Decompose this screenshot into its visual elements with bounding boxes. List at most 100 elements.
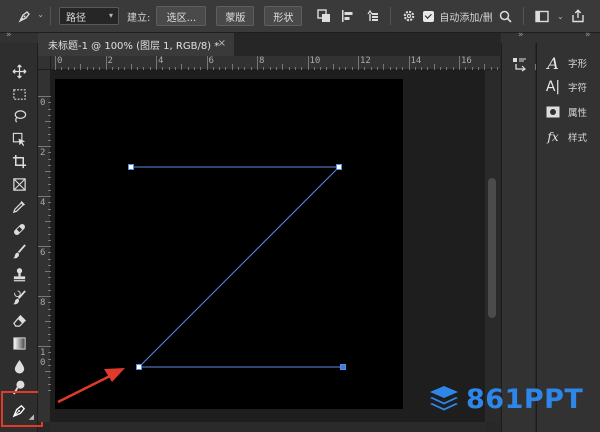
brush-icon: [12, 243, 26, 258]
object-selection-icon: [12, 132, 25, 146]
close-icon[interactable]: ×: [218, 38, 226, 49]
pen-mode-value: 路径: [66, 12, 86, 24]
chevron-down-icon: ⌄: [37, 10, 44, 19]
stamp-icon: [13, 267, 25, 281]
make-mask-button[interactable]: 蒙版: [216, 6, 255, 26]
gradient-tool[interactable]: [9, 333, 29, 353]
site-watermark: 861PPT: [428, 382, 583, 416]
search-icon: [499, 10, 512, 23]
gradient-icon: [12, 336, 26, 350]
ruler-label: 14: [410, 56, 422, 66]
move-icon: [12, 64, 26, 78]
divider: [523, 7, 525, 25]
panel-properties[interactable]: 属性: [537, 101, 600, 123]
ruler-tick: [105, 56, 107, 70]
blur-tool[interactable]: [9, 356, 29, 376]
ruler-tick: [358, 56, 359, 70]
history-brush-icon: [12, 289, 26, 304]
workspace-dropdown[interactable]: ⌄: [552, 6, 568, 26]
toolbar-collapse-strip[interactable]: »: [0, 30, 38, 43]
path-operations-button[interactable]: [314, 6, 334, 26]
ruler-tick: [38, 246, 51, 247]
tools-panel: ◢: [0, 43, 38, 432]
ruler-label: 4: [158, 56, 164, 66]
document-tab[interactable]: 未标题-1 @ 100% (图层 1, RGB/8) * ×: [38, 33, 234, 56]
bandage-icon: [13, 223, 25, 235]
brush-tool[interactable]: [9, 241, 29, 261]
crop-icon: [12, 154, 26, 168]
marquee-tool[interactable]: [9, 84, 29, 104]
horizontal-ruler[interactable]: 024681012141618: [51, 56, 555, 70]
watermark-text: 861PPT: [466, 383, 584, 415]
right-panel-dock: A 字形 A| 字符 属性 fx 样式: [536, 43, 600, 432]
chevron-down-icon: ▾: [108, 11, 113, 20]
ruler-tick: [206, 56, 208, 70]
path-alignment-icon: [342, 10, 353, 22]
eyedropper-tool[interactable]: [9, 196, 29, 216]
ruler-label: 16: [461, 56, 472, 66]
horizontal-scrollbar[interactable]: [51, 422, 485, 432]
document-canvas[interactable]: [55, 79, 403, 409]
panel-character-label: 字符: [568, 83, 588, 94]
path-operations-icon: [317, 9, 331, 22]
ruler-label: 2: [40, 148, 46, 158]
ruler-label: 4: [40, 198, 46, 208]
move-tool[interactable]: [9, 61, 29, 81]
panel-styles[interactable]: fx 样式: [537, 126, 600, 148]
drop-icon: [14, 359, 24, 374]
divider: [50, 7, 51, 25]
history-icon: [513, 58, 526, 72]
history-mini-panel: [501, 43, 535, 432]
ruler-label: 12: [360, 56, 371, 66]
panel-glyphs[interactable]: A 字形: [537, 52, 600, 74]
collapse-arrows-icon: »: [6, 30, 12, 40]
clone-stamp-tool[interactable]: [9, 264, 29, 284]
workspace-icon: [535, 10, 550, 22]
frame-tool[interactable]: [9, 174, 29, 194]
path-alignment-button[interactable]: [338, 6, 358, 26]
share-icon: [572, 9, 585, 23]
path-arrangement-button[interactable]: [362, 6, 382, 26]
panel-styles-label: 样式: [568, 133, 588, 144]
ruler-tick: [459, 56, 460, 70]
ruler-label: 8: [40, 298, 46, 308]
panel-collapse-strip[interactable]: » »: [501, 30, 600, 43]
layers-logo-icon: [430, 386, 458, 411]
share-button[interactable]: [568, 6, 588, 26]
history-panel-button[interactable]: [511, 55, 529, 73]
ruler-origin[interactable]: [38, 56, 51, 70]
pen-mode-select[interactable]: 路径 ▾: [59, 7, 119, 25]
lasso-tool[interactable]: [9, 106, 29, 126]
document-tab-bar: 未标题-1 @ 100% (图层 1, RGB/8) * ×: [38, 33, 500, 56]
lasso-icon: [14, 109, 26, 123]
ruler-tick: [408, 56, 410, 70]
panel-character[interactable]: A| 字符: [537, 76, 600, 98]
object-selection-tool[interactable]: [9, 129, 29, 149]
vertical-ruler[interactable]: 0 2 4 6 8 1 0: [38, 70, 51, 422]
settings-button[interactable]: [399, 6, 419, 26]
options-bar: ⌄ 路径 ▾ 建立: 选区... 蒙版 形状 自动添加/删除: [0, 0, 600, 33]
tool-preset-picker[interactable]: ⌄: [8, 5, 44, 27]
pen-tool-highlight-box: [1, 391, 43, 427]
panel-properties-label: 属性: [568, 108, 588, 119]
auto-add-delete-checkbox[interactable]: [423, 10, 435, 22]
search-button[interactable]: [495, 6, 515, 26]
collapse-arrows-icon: »: [585, 30, 591, 40]
frame-icon: [12, 177, 26, 191]
ruler-tick: [38, 196, 51, 197]
workspace-layout-button[interactable]: [532, 6, 552, 26]
healing-brush-tool[interactable]: [9, 219, 29, 239]
make-label: 建立:: [127, 12, 151, 24]
history-brush-tool[interactable]: [9, 287, 29, 307]
ruler-label: 6: [40, 248, 46, 258]
vertical-scrollbar[interactable]: [485, 70, 500, 422]
scrollbar-thumb[interactable]: [488, 178, 496, 318]
make-selection-button[interactable]: 选区...: [156, 6, 207, 26]
crop-tool[interactable]: [9, 151, 29, 171]
ruler-label: 2: [107, 56, 113, 66]
divider: [390, 7, 392, 25]
ruler-tick: [307, 56, 309, 70]
make-shape-button[interactable]: 形状: [264, 6, 303, 26]
ruler-label: 0: [57, 56, 63, 66]
eraser-tool[interactable]: [9, 310, 29, 330]
